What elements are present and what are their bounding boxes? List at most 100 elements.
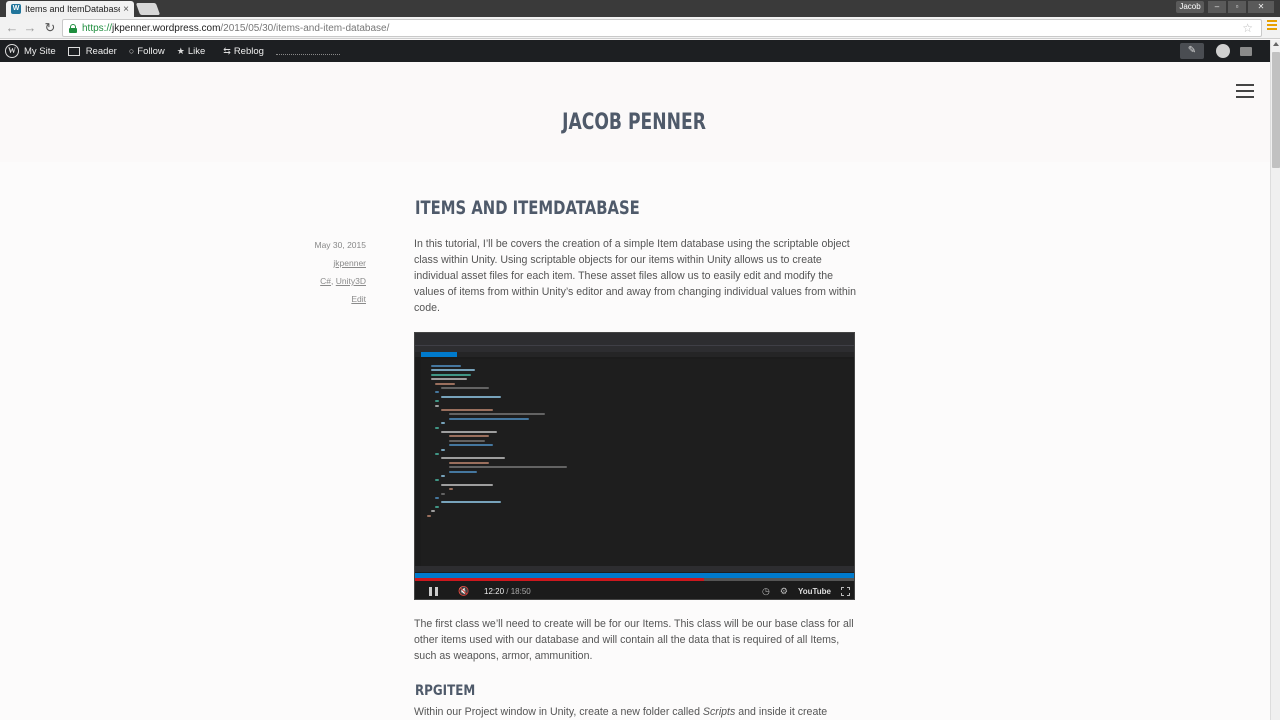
body-paragraph-2: Within our Project window in Unity, crea… — [414, 704, 859, 720]
code-line — [435, 382, 455, 385]
youtube-logo[interactable]: YouTube — [798, 587, 831, 596]
video-controls: 🔇 12:20 / 18:50 ◷ ⚙ YouTube — [415, 581, 854, 599]
code-line — [435, 505, 439, 508]
para3-italic: Scripts — [702, 706, 736, 718]
video-frame-code-editor — [421, 359, 853, 573]
site-header: JACOB PENNER — [0, 62, 1270, 162]
code-line — [441, 395, 501, 398]
body-paragraph: The first class we’ll need to create wil… — [414, 618, 854, 662]
wordpress-favicon-icon: W — [11, 4, 21, 14]
scrollbar-thumb[interactable] — [1272, 52, 1280, 168]
code-line — [441, 448, 445, 451]
profile-badge[interactable]: Jacob — [1176, 1, 1204, 13]
like-button[interactable]: ★ Like — [177, 46, 206, 57]
chrome-menu-icon[interactable] — [1267, 20, 1277, 34]
fullscreen-icon[interactable] — [841, 587, 850, 596]
page-scrollbar[interactable] — [1270, 40, 1280, 720]
code-line — [431, 365, 461, 367]
code-line — [431, 373, 471, 376]
url-scheme: https:// — [82, 22, 113, 34]
code-line — [449, 439, 485, 442]
code-line — [441, 387, 489, 389]
write-post-button[interactable]: ✎ — [1180, 43, 1204, 59]
like-label: Like — [187, 45, 206, 57]
code-line — [449, 435, 489, 438]
post-title: ITEMS AND ITEMDATABASE — [415, 197, 640, 219]
site-title[interactable]: JACOB PENNER — [139, 110, 1128, 135]
code-line — [449, 444, 493, 447]
category-link-unity3d[interactable]: Unity3D — [336, 276, 366, 286]
code-line — [441, 483, 493, 486]
pause-icon[interactable] — [429, 586, 438, 596]
code-line — [441, 475, 445, 477]
video-frame-titlebar — [415, 333, 854, 340]
follow-icon: ○ — [128, 46, 135, 56]
video-duration: 18:50 — [510, 586, 531, 596]
code-line — [449, 470, 477, 473]
code-line — [435, 453, 439, 455]
reader-label: Reader — [85, 45, 117, 57]
code-line — [427, 514, 431, 517]
url-input[interactable]: https://jkpenner.wordpress.com/2015/05/3… — [62, 19, 1262, 37]
star-icon: ★ — [176, 45, 185, 56]
code-line — [435, 404, 439, 407]
wp-admin-bar: W My Site Reader ○ Follow ★ Like ⇆ Reblo… — [0, 40, 1280, 62]
code-line — [435, 400, 439, 403]
gear-icon[interactable]: ⚙ — [780, 586, 788, 597]
back-icon[interactable]: ← — [4, 20, 20, 36]
youtube-video-player[interactable]: 🔇 12:20 / 18:50 ◷ ⚙ YouTube — [414, 332, 855, 600]
my-site-button[interactable]: W My Site — [0, 44, 56, 58]
code-line — [435, 479, 439, 482]
avatar[interactable] — [1216, 44, 1230, 58]
video-frame-tabs — [415, 352, 854, 357]
lock-icon — [69, 23, 77, 33]
code-line — [449, 413, 545, 416]
reload-icon[interactable]: ↻ — [42, 20, 58, 36]
url-host: jkpenner.wordpress.com — [112, 22, 221, 34]
code-line — [431, 510, 435, 513]
code-line — [449, 417, 529, 420]
watch-later-icon[interactable]: ◷ — [762, 586, 770, 597]
code-line — [449, 466, 567, 469]
code-line — [441, 501, 501, 504]
reblog-icon: ⇆ — [223, 45, 231, 56]
browser-tab-strip: W Items and ItemDatabase | × Jacob – ▫ ✕ — [0, 0, 1280, 17]
follow-button[interactable]: ○ Follow — [129, 46, 165, 57]
mute-icon[interactable]: 🔇 — [458, 586, 472, 597]
intro-paragraph: In this tutorial, I’ll be covers the cre… — [414, 238, 856, 314]
code-line — [449, 488, 453, 491]
minimize-button[interactable]: – — [1208, 1, 1226, 13]
post-meta: May 30, 2015 jkpenner C#, Unity3D Edit — [280, 240, 366, 312]
video-frame-bottom-panel — [415, 566, 854, 572]
close-window-button[interactable]: ✕ — [1248, 1, 1274, 13]
reblog-label: Reblog — [233, 45, 264, 57]
scroll-up-arrow-icon[interactable] — [1273, 42, 1279, 46]
wp-bar-right: ✎ — [1180, 43, 1252, 59]
category-link-csharp[interactable]: C# — [320, 276, 331, 286]
notifications-icon[interactable] — [1240, 46, 1252, 56]
restore-button[interactable]: ▫ — [1228, 1, 1246, 13]
code-line — [441, 422, 445, 425]
url-path: /2015/05/30/items-and-item-database/ — [220, 22, 390, 34]
forward-icon[interactable]: → — [22, 20, 38, 36]
follow-label: Follow — [137, 45, 165, 57]
reader-button[interactable]: Reader — [67, 45, 117, 57]
tab-title: Items and ItemDatabase | — [25, 4, 121, 14]
code-line — [441, 492, 445, 495]
bookmark-star-icon[interactable]: ☆ — [1242, 21, 1253, 35]
my-site-label: My Site — [24, 45, 56, 57]
code-line — [441, 431, 497, 433]
code-line — [441, 457, 505, 460]
post-date: May 30, 2015 — [314, 240, 366, 250]
reader-icon — [67, 46, 80, 56]
reblog-button[interactable]: ⇆ Reblog — [223, 46, 340, 57]
hamburger-menu-icon[interactable] — [1236, 84, 1254, 98]
code-line — [435, 426, 439, 429]
video-controls-right: ◷ ⚙ YouTube — [762, 586, 850, 597]
tab-close-icon[interactable]: × — [123, 4, 129, 15]
edit-link[interactable]: Edit — [351, 294, 366, 304]
code-line — [449, 461, 489, 464]
post-author-link[interactable]: jkpenner — [333, 258, 366, 268]
new-tab-button[interactable] — [135, 3, 161, 15]
browser-tab[interactable]: W Items and ItemDatabase | × — [6, 1, 134, 17]
